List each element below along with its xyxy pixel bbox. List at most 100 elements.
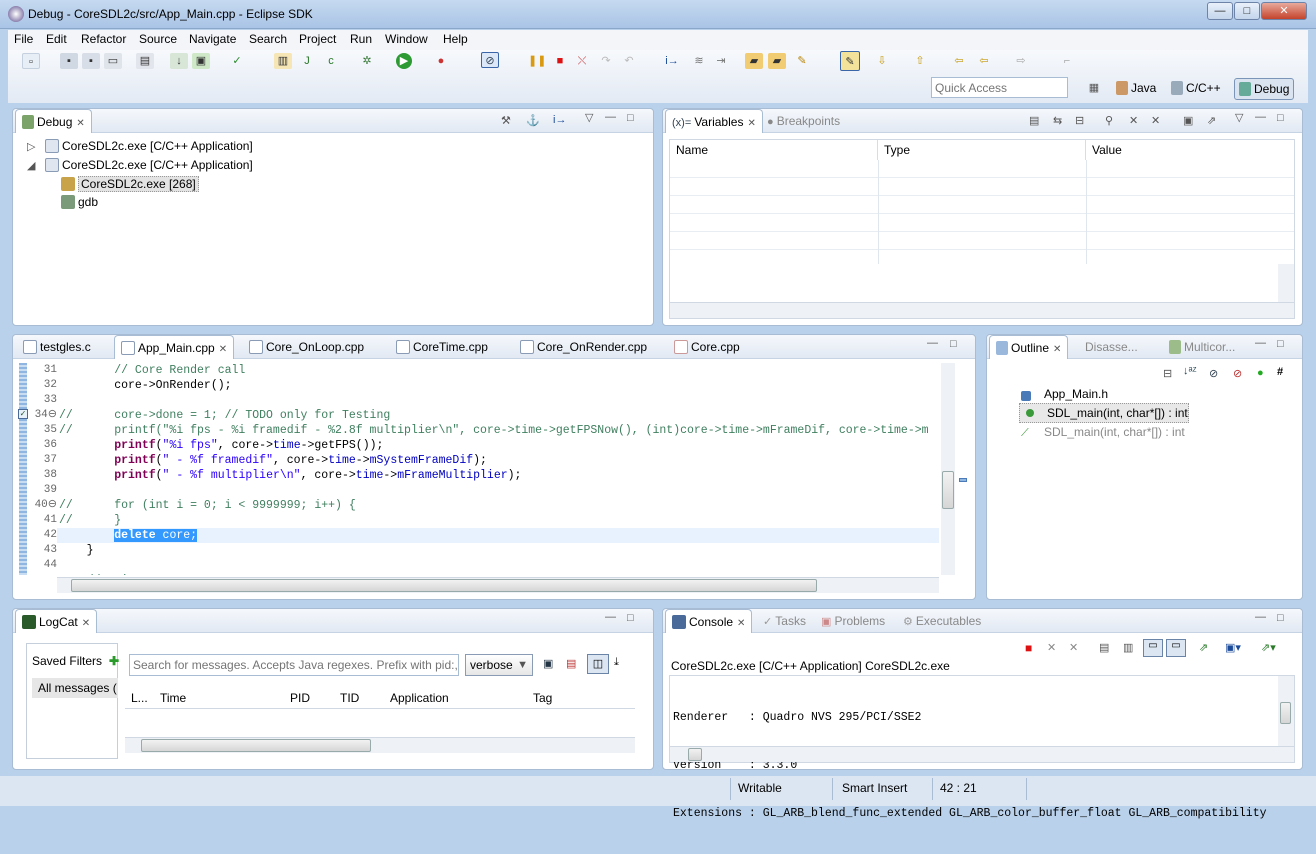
add-watch-icon[interactable]: ⚲ — [1105, 114, 1113, 127]
back-icon[interactable]: ⇦ — [975, 53, 993, 69]
maximize-view-icon[interactable]: □ — [950, 338, 957, 350]
use-step-filters-icon[interactable]: ⇥ — [712, 53, 730, 69]
code-text[interactable]: // Core Render call core->OnRender(); //… — [59, 363, 939, 575]
minimize-button[interactable]: — — [1207, 2, 1233, 20]
maximize-view-icon[interactable]: □ — [1277, 338, 1284, 350]
menu-search[interactable]: Search — [249, 32, 287, 46]
view-menu-icon[interactable]: ▽ — [1235, 111, 1243, 124]
tab-app-main[interactable]: App_Main.cpp ✕ — [114, 335, 235, 359]
scroll-thumb[interactable] — [942, 471, 954, 509]
new-view-icon[interactable]: ▣ — [1183, 114, 1193, 127]
menu-help[interactable]: Help — [443, 32, 468, 46]
show-logical-icon[interactable]: ⇆ — [1053, 114, 1062, 127]
collapse-all-icon[interactable]: ⊟ — [1075, 114, 1084, 127]
tree-item[interactable]: ▷ CoreSDL2c.exe [C/C++ Application] — [27, 137, 253, 156]
column-type[interactable]: Type — [878, 140, 1086, 160]
horizontal-scrollbar[interactable] — [670, 302, 1294, 318]
menu-source[interactable]: Source — [139, 32, 177, 46]
log-level-select[interactable]: verbose ▼ — [465, 654, 533, 676]
column-tid[interactable]: TID — [340, 691, 359, 705]
remove-terminated-icon[interactable]: ⚒ — [501, 114, 511, 127]
hide-static-icon[interactable]: ⊘ — [1233, 367, 1242, 380]
scroll-thumb[interactable] — [688, 748, 702, 761]
task-icon[interactable]: ✓ — [228, 53, 246, 69]
external-tools-icon[interactable]: ● — [432, 53, 450, 69]
menu-refactor[interactable]: Refactor — [81, 32, 126, 46]
vertical-scrollbar[interactable] — [1278, 264, 1294, 304]
close-icon[interactable]: ✕ — [219, 344, 227, 355]
new-icon[interactable]: ▫ — [22, 53, 40, 69]
clear-log-icon[interactable]: ▤ — [566, 657, 576, 670]
menu-run[interactable]: Run — [350, 32, 372, 46]
hide-fields-icon[interactable]: ⊘ — [1209, 367, 1218, 380]
remove-all-terminated-icon[interactable]: ✕ — [1069, 641, 1078, 654]
logcat-horizontal-scrollbar[interactable] — [125, 737, 635, 753]
toggle-filters-icon[interactable]: ◫ — [587, 654, 609, 674]
disconnect-icon[interactable]: ⤬ — [573, 53, 591, 69]
minimize-view-icon[interactable]: — — [1255, 111, 1266, 123]
menu-window[interactable]: Window — [385, 32, 428, 46]
new-file-icon[interactable]: c — [322, 53, 340, 69]
import-icon[interactable]: ↓ — [170, 53, 188, 69]
remove-all-icon[interactable]: ✕ — [1151, 114, 1160, 127]
logcat-search-input[interactable] — [129, 654, 459, 676]
maximize-button[interactable]: □ — [1234, 2, 1260, 20]
new-class-icon[interactable]: J — [298, 53, 316, 69]
run-icon[interactable]: ▶ — [396, 53, 412, 69]
minimize-view-icon[interactable]: — — [927, 337, 938, 349]
column-name[interactable]: Name — [670, 140, 878, 160]
tab-disassembly[interactable]: Disasse... — [1079, 335, 1144, 359]
build-icon[interactable]: ▤ — [136, 53, 154, 69]
instruction-mode-icon[interactable]: i→ — [553, 114, 566, 126]
tab-executables[interactable]: ⚙ Executables — [897, 609, 987, 633]
open-folder-icon[interactable]: ▰ — [745, 53, 763, 69]
last-edit-icon[interactable]: ⇦ — [950, 53, 968, 69]
remove-launch-icon[interactable]: ✕ — [1047, 641, 1056, 654]
console-output[interactable]: Renderer : Quadro NVS 295/PCI/SSE2 Versi… — [669, 675, 1295, 820]
tab-variables[interactable]: (x)= Variables ✕ — [665, 109, 763, 133]
column-value[interactable]: Value — [1086, 140, 1294, 160]
forward-icon[interactable]: ⇨ — [1012, 53, 1030, 69]
hide-nonpublic-icon[interactable]: ● — [1257, 367, 1264, 379]
tab-core-onrender[interactable]: Core_OnRender.cpp — [514, 335, 653, 359]
column-application[interactable]: Application — [390, 691, 449, 705]
open-perspective-icon[interactable]: ▦ — [1085, 80, 1103, 96]
tab-problems[interactable]: ▣ Problems — [815, 609, 891, 633]
column-level[interactable]: L... — [131, 691, 148, 705]
previous-annotation-icon[interactable]: ⇧ — [911, 53, 929, 69]
console-vertical-scrollbar[interactable] — [1278, 676, 1294, 746]
tab-tasks[interactable]: ✓ Tasks — [757, 609, 812, 633]
terminate-icon[interactable]: ■ — [1025, 641, 1032, 655]
scroll-lock-icon[interactable]: ▥ — [1123, 641, 1133, 654]
scroll-thumb[interactable] — [71, 579, 817, 592]
menu-navigate[interactable]: Navigate — [189, 32, 236, 46]
maximize-view-icon[interactable]: □ — [627, 112, 634, 124]
connect-icon[interactable]: ⚓ — [526, 114, 540, 127]
console-horizontal-scrollbar[interactable] — [670, 746, 1294, 762]
step-into-icon[interactable]: ↷ — [597, 53, 615, 69]
task-marker-icon[interactable]: ✓ — [18, 409, 28, 419]
column-tag[interactable]: Tag — [533, 691, 552, 705]
collapse-all-icon[interactable]: ⊟ — [1163, 367, 1172, 380]
clear-console-icon[interactable]: ▤ — [1099, 641, 1109, 654]
open-project-icon[interactable]: ▰ — [768, 53, 786, 69]
tab-coretime[interactable]: CoreTime.cpp — [390, 335, 494, 359]
save-log-icon[interactable]: ▣ — [543, 657, 553, 670]
remove-icon[interactable]: ✕ — [1129, 114, 1138, 127]
skip-breakpoints-icon[interactable]: ⊘ — [481, 52, 499, 68]
minimize-view-icon[interactable]: — — [1255, 611, 1266, 623]
outline-item[interactable]: App_Main.h — [1021, 385, 1189, 403]
tab-debug[interactable]: Debug ✕ — [15, 109, 92, 133]
tab-multicore[interactable]: Multicor... — [1163, 335, 1241, 359]
column-pid[interactable]: PID — [290, 691, 310, 705]
link-editor-icon[interactable]: # — [1277, 366, 1283, 378]
display-console-icon[interactable]: ▣▾ — [1225, 641, 1241, 654]
close-button[interactable]: ✕ — [1261, 2, 1307, 20]
show-on-output-icon[interactable]: ▭ — [1143, 639, 1163, 657]
collapse-icon[interactable]: ◢ — [27, 157, 45, 175]
tab-testgles[interactable]: testgles.c — [17, 335, 97, 359]
save-all-icon[interactable]: ▪ — [82, 53, 100, 69]
menu-edit[interactable]: Edit — [46, 32, 67, 46]
mark-occurrences-icon[interactable]: ✎ — [840, 51, 860, 71]
open-type-icon[interactable]: ▥ — [274, 53, 292, 69]
